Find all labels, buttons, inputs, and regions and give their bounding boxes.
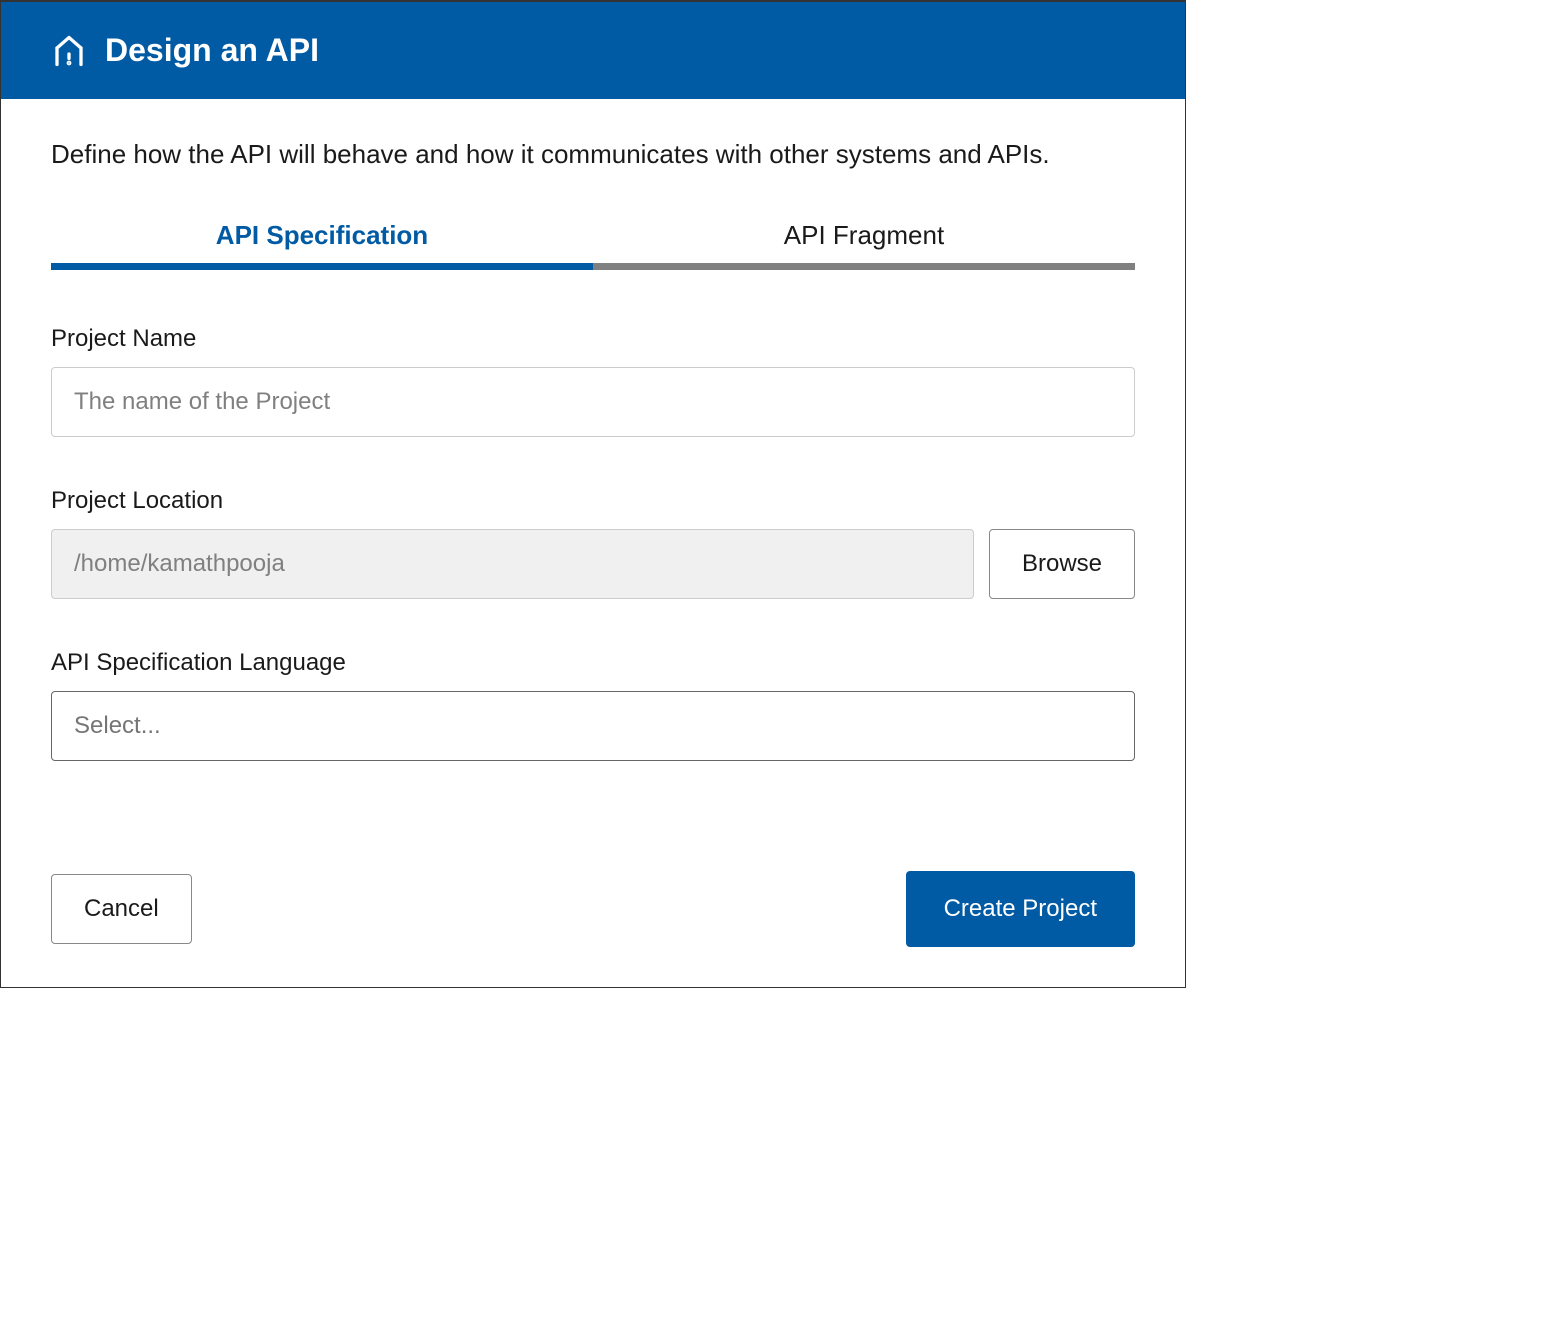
project-name-label: Project Name (51, 325, 1135, 353)
dialog-title: Design an API (105, 32, 319, 69)
dialog-content: Define how the API will behave and how i… (1, 99, 1185, 987)
project-location-label: Project Location (51, 487, 1135, 515)
project-name-input[interactable] (51, 367, 1135, 437)
project-location-group: Project Location Browse (51, 487, 1135, 599)
spec-language-label: API Specification Language (51, 649, 1135, 677)
spec-language-group: API Specification Language (51, 649, 1135, 761)
spec-language-select[interactable] (51, 691, 1135, 761)
tabs: API Specification API Fragment (51, 220, 1135, 270)
cancel-button[interactable]: Cancel (51, 874, 192, 944)
dialog-header: Design an API (1, 2, 1185, 99)
api-design-icon (51, 33, 87, 69)
project-location-input[interactable] (51, 529, 974, 599)
dialog-footer: Cancel Create Project (51, 871, 1135, 947)
browse-button[interactable]: Browse (989, 529, 1135, 599)
create-project-button[interactable]: Create Project (906, 871, 1135, 947)
project-name-group: Project Name (51, 325, 1135, 437)
tab-api-specification[interactable]: API Specification (51, 220, 593, 270)
dialog-description: Define how the API will behave and how i… (51, 139, 1135, 170)
tab-api-fragment[interactable]: API Fragment (593, 220, 1135, 270)
